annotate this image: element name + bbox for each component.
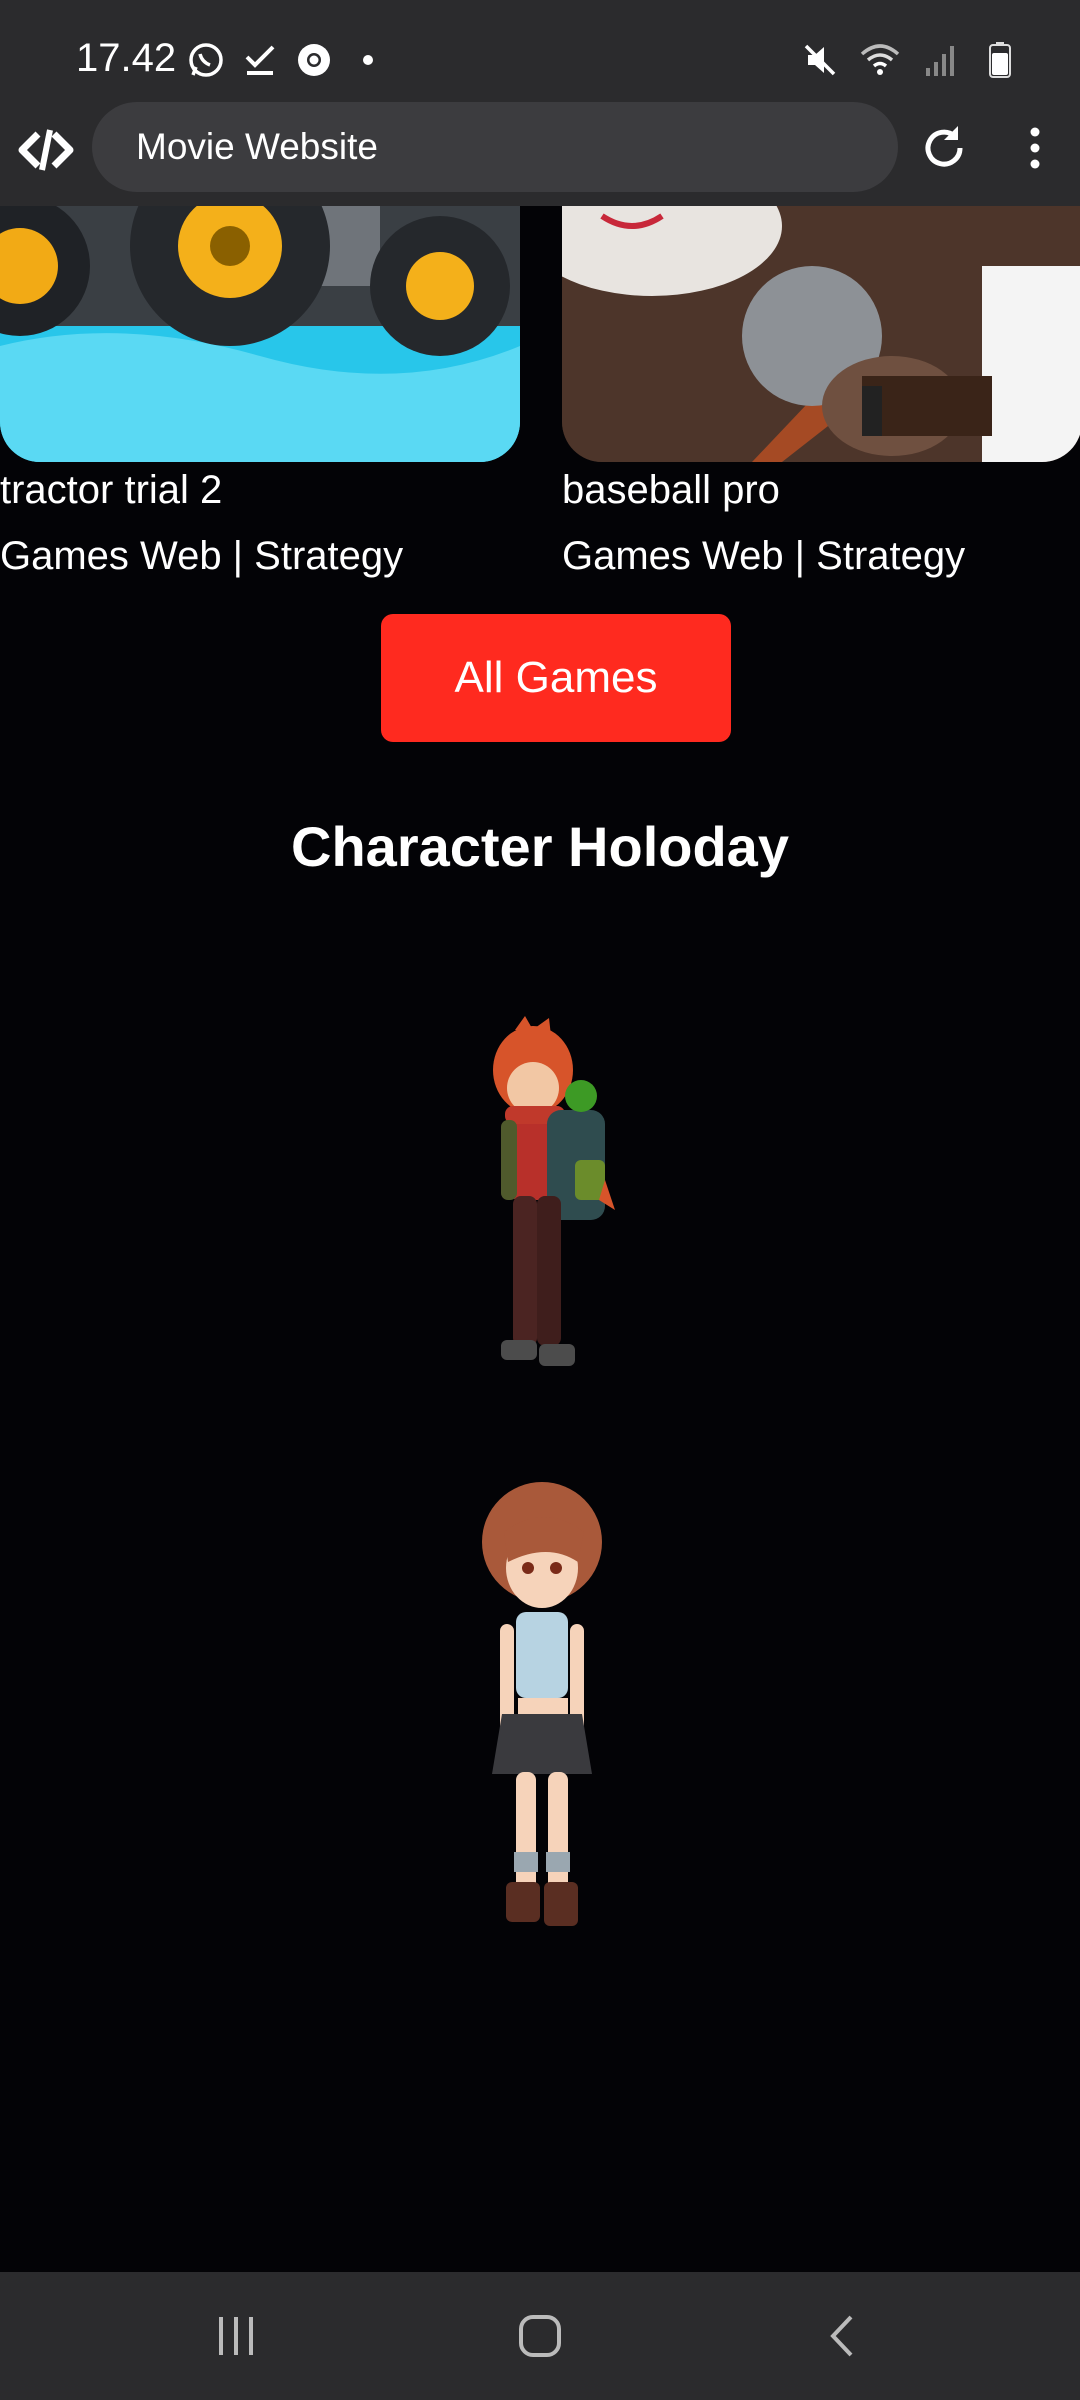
game-thumbnail[interactable] (0, 206, 520, 462)
status-icons-left (186, 40, 388, 80)
game-thumbnail[interactable] (562, 206, 1080, 462)
game-card-tractor-trial-2[interactable]: tractor trial 2 Games Web | Strategy (0, 206, 520, 578)
address-bar[interactable]: Movie Website (92, 102, 898, 192)
game-category: Games Web | Strategy (0, 534, 404, 578)
chrome-icon (294, 40, 334, 80)
character-boy-image (465, 1010, 645, 1410)
game-title[interactable]: tractor trial 2 (0, 468, 222, 513)
system-navigation-bar (0, 2272, 1080, 2400)
wifi-icon (860, 40, 900, 80)
dot-icon (348, 40, 388, 80)
check-icon (240, 40, 280, 80)
home-icon[interactable] (500, 2296, 580, 2376)
section-title: Character Holoday (291, 815, 789, 878)
reload-button[interactable] (916, 120, 972, 176)
recent-apps-icon[interactable] (196, 2296, 276, 2376)
signal-icon (920, 40, 960, 80)
back-icon[interactable] (802, 2296, 882, 2376)
status-bar: 17.42 (0, 0, 1080, 100)
status-time: 17.42 (76, 36, 177, 80)
address-bar-text: Movie Website (136, 126, 378, 167)
battery-icon (980, 40, 1020, 80)
browser-toolbar: Movie Website (0, 100, 1080, 206)
game-category: Games Web | Strategy (562, 534, 966, 578)
site-logo-icon[interactable] (18, 122, 74, 178)
status-icons-right (800, 40, 1020, 80)
game-card-baseball-pro[interactable]: baseball pro Games Web | Strategy (562, 206, 1080, 578)
character-girl-image (452, 1472, 632, 1942)
page-content: tractor trial 2 Games Web | Strategy bas… (0, 206, 1080, 2272)
game-title[interactable]: baseball pro (562, 468, 780, 513)
all-games-button[interactable]: All Games (381, 614, 731, 742)
overflow-menu-button[interactable] (1010, 120, 1060, 176)
whatsapp-icon (186, 40, 226, 80)
mute-icon (800, 40, 840, 80)
